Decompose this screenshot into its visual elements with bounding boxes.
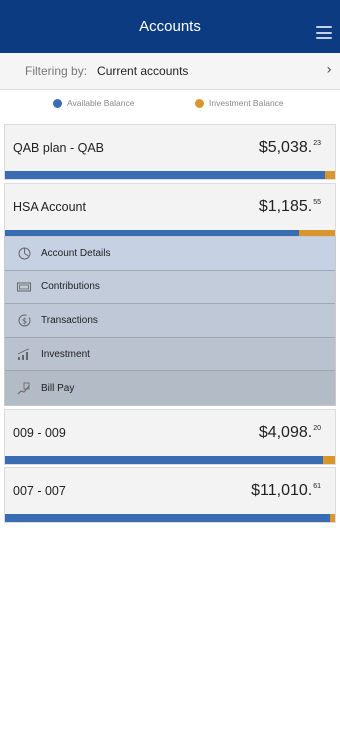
- account-name: 007 - 007: [13, 484, 66, 498]
- account-card-qab[interactable]: QAB plan - QAB $5,038.23: [4, 124, 336, 180]
- available-balance-bar: [5, 456, 324, 464]
- money-bill-icon: [17, 280, 31, 294]
- account-submenu: Account Details Contributions $ Transact…: [4, 236, 336, 406]
- legend-available-label: Available Balance: [67, 98, 135, 108]
- legend-investment-label: Investment Balance: [209, 98, 284, 108]
- balance-bar: [5, 456, 335, 464]
- account-name: HSA Account: [13, 200, 86, 214]
- filter-label: Filtering by:: [25, 64, 88, 78]
- account-balance: $4,098.20: [258, 424, 321, 441]
- dollar-cycle-icon: $: [17, 313, 31, 327]
- account-card-009[interactable]: 009 - 009 $4,098.20: [4, 409, 336, 465]
- available-balance-bar: [5, 514, 331, 522]
- investment-balance-bar: [323, 456, 335, 464]
- account-card-007[interactable]: 007 - 007 $11,010.61: [4, 467, 336, 523]
- account-name: 009 - 009: [13, 426, 66, 440]
- legend-available: Available Balance: [53, 98, 134, 108]
- investment-balance-bar: [325, 171, 335, 179]
- submenu-transactions[interactable]: $ Transactions: [5, 304, 335, 338]
- account-row[interactable]: QAB plan - QAB $5,038.23: [5, 125, 335, 171]
- submenu-investment[interactable]: Investment: [5, 337, 335, 372]
- submenu-label: Account Details: [41, 247, 111, 259]
- account-card-hsa[interactable]: HSA Account $1,185.55: [4, 183, 336, 239]
- submenu-contributions[interactable]: Contributions: [5, 270, 335, 305]
- legend-investment: Investment Balance: [195, 98, 284, 108]
- submenu-account-details[interactable]: Account Details: [5, 237, 335, 271]
- submenu-bill-pay[interactable]: Bill Pay: [5, 371, 335, 405]
- available-dot-icon: [53, 98, 62, 108]
- available-balance-bar: [5, 171, 326, 179]
- chevron-right-icon[interactable]: ›: [326, 62, 332, 78]
- account-name: QAB plan - QAB: [13, 141, 105, 155]
- investment-dot-icon: [195, 98, 204, 108]
- account-row[interactable]: HSA Account $1,185.55: [5, 184, 335, 230]
- growth-chart-icon: [17, 347, 31, 361]
- account-balance: $1,185.55: [258, 198, 321, 215]
- balance-legend: Available Balance Investment Balance: [0, 95, 340, 113]
- pie-chart-icon: [17, 246, 31, 260]
- bill-pay-icon: [17, 381, 31, 395]
- account-balance: $5,038.23: [258, 139, 321, 156]
- account-row[interactable]: 009 - 009 $4,098.20: [5, 410, 335, 456]
- submenu-label: Transactions: [41, 314, 98, 326]
- page-title: Accounts: [139, 18, 201, 35]
- submenu-label: Bill Pay: [41, 382, 75, 394]
- hamburger-menu-icon[interactable]: [316, 26, 332, 39]
- submenu-label: Investment: [41, 348, 90, 360]
- app-header: Accounts: [0, 0, 340, 53]
- investment-balance-bar: [330, 514, 335, 522]
- account-balance: $11,010.61: [251, 482, 321, 499]
- balance-bar: [5, 514, 335, 522]
- svg-text:$: $: [21, 316, 26, 325]
- filter-value: Current accounts: [97, 64, 189, 78]
- account-row[interactable]: 007 - 007 $11,010.61: [5, 468, 335, 514]
- submenu-label: Contributions: [41, 281, 100, 293]
- filter-bar[interactable]: Filtering by: Current accounts ›: [0, 53, 340, 90]
- balance-bar: [5, 171, 335, 179]
